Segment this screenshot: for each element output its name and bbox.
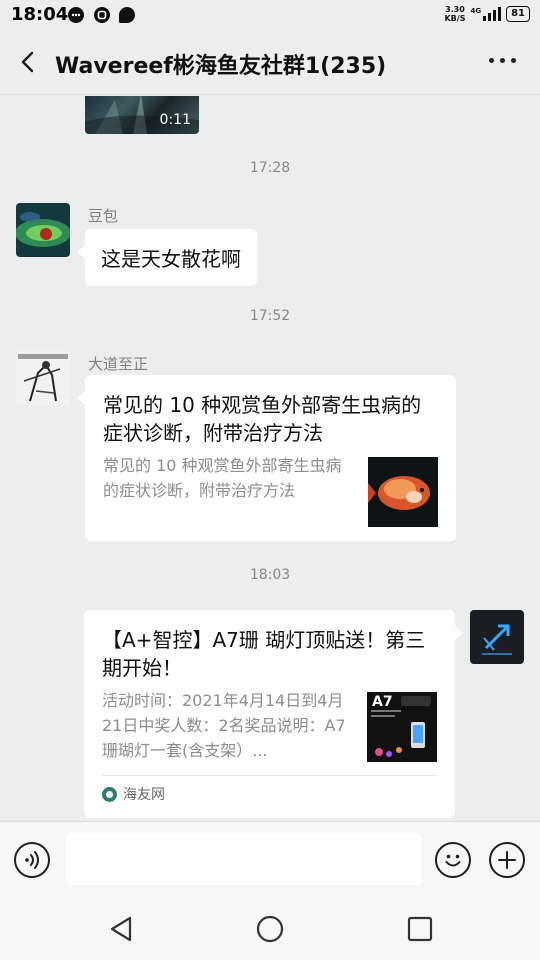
- status-time: 18:04: [11, 4, 69, 25]
- card-title: 【A+智控】A7珊 瑚灯顶贴送！第三期开始！: [102, 628, 426, 680]
- card-thumbnail: [368, 457, 438, 527]
- system-nav-bar: [0, 897, 540, 960]
- video-message[interactable]: 0:11: [85, 96, 199, 134]
- more-dots-icon[interactable]: [489, 58, 516, 63]
- chat-header: Wavereef彬海鱼友社群1(235): [0, 30, 540, 95]
- card-description: 活动时间：2021年4月14日到4月21日中奖人数：2名奖品说明：A7珊瑚灯一套…: [102, 691, 346, 760]
- avatar[interactable]: [470, 610, 524, 664]
- link-card-message[interactable]: 常见的 10 种观赏鱼外部寄生虫病的症状诊断，附带治疗方法 常见的 10 种观赏…: [77, 375, 456, 541]
- nav-home-icon[interactable]: [255, 914, 285, 944]
- timestamp: 17:28: [249, 160, 291, 176]
- battery-icon: 81: [506, 6, 530, 22]
- card-title: 常见的 10 种观赏鱼外部寄生虫病的症状诊断，附带治疗方法: [103, 393, 422, 445]
- message-input[interactable]: [66, 833, 421, 885]
- nav-back-icon[interactable]: [106, 914, 136, 944]
- source-name: 海友网: [123, 787, 165, 803]
- avatar[interactable]: [16, 203, 70, 257]
- source-logo-icon: [102, 786, 117, 802]
- chat-title: Wavereef彬海鱼友社群1(235): [55, 54, 387, 79]
- message-app-icon: [68, 7, 84, 23]
- timestamp: 18:03: [249, 567, 291, 583]
- text-message-bubble[interactable]: 这是天女散花啊: [77, 229, 257, 286]
- card-source: 海友网: [102, 775, 437, 804]
- sender-name: 大道至正: [88, 355, 149, 373]
- thumbnail-label: A7: [372, 694, 393, 710]
- signal-icon: 4G: [470, 7, 502, 21]
- chat-messages[interactable]: 0:11 17:28 豆包 这是天女散花啊 17:52 大道至正 常见的 10 …: [0, 96, 540, 821]
- card-description: 常见的 10 种观赏鱼外部寄生虫病的症状诊断，附带治疗方法: [103, 456, 342, 500]
- emoji-icon[interactable]: [435, 842, 471, 878]
- card-thumbnail: A7: [367, 692, 437, 762]
- status-indicators: 3.30 KB/S 4G 81: [444, 5, 530, 23]
- link-card-message[interactable]: 【A+智控】A7珊 瑚灯顶贴送！第三期开始！ 活动时间：2021年4月14日到4…: [84, 610, 463, 818]
- status-bar: 18:04 3.30 KB/S 4G 81: [0, 0, 540, 30]
- chevron-left-icon[interactable]: [14, 48, 42, 76]
- voice-icon[interactable]: [14, 842, 50, 878]
- sender-name: 豆包: [88, 207, 119, 225]
- plus-icon[interactable]: [489, 842, 525, 878]
- nav-recents-icon[interactable]: [405, 914, 435, 944]
- timestamp: 17:52: [249, 308, 291, 324]
- net-speed: 3.30 KB/S: [444, 5, 466, 23]
- input-bar: [0, 821, 540, 897]
- app-notification-icon: [94, 7, 110, 23]
- video-duration: 0:11: [159, 112, 191, 128]
- chat-notification-icon: [119, 7, 135, 23]
- avatar[interactable]: [16, 351, 70, 405]
